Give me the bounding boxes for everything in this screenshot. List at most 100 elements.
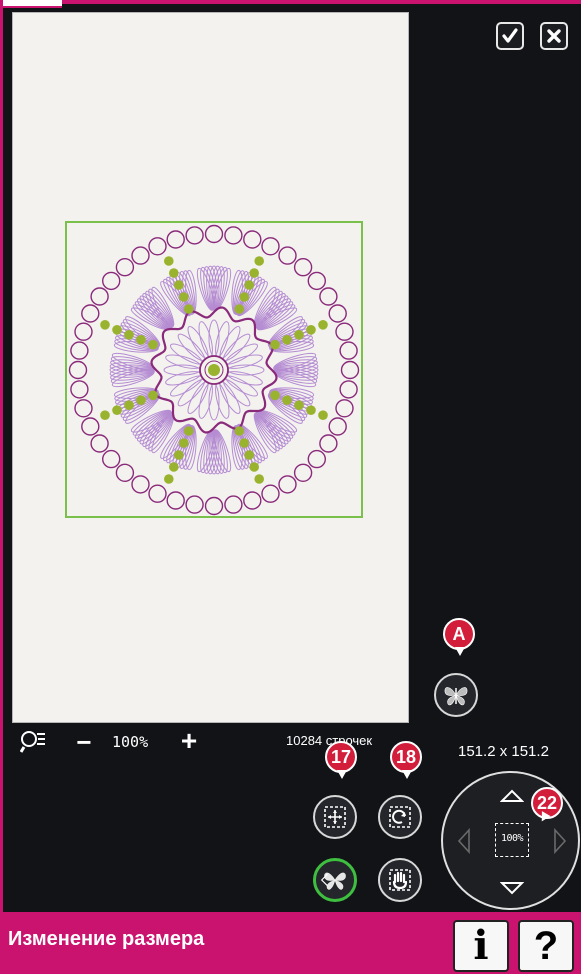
green-vine-dot: [148, 339, 158, 350]
scale-center-button[interactable]: 100%: [495, 823, 529, 857]
outer-loop-stitch: [307, 449, 327, 469]
outer-loop-stitch: [74, 322, 93, 341]
green-vine-dot: [294, 400, 304, 410]
outer-loop-stitch: [224, 226, 243, 245]
green-vine-dot: [174, 280, 184, 290]
green-vine-dot: [318, 410, 328, 420]
cancel-button[interactable]: [540, 22, 568, 50]
butterfly-icon: [444, 687, 468, 706]
outer-loop-stitch: [74, 399, 93, 418]
outer-loop-stitch: [307, 271, 327, 291]
zoom-out-button[interactable]: −: [72, 728, 96, 756]
outer-loop-stitch: [328, 417, 347, 436]
green-vine-dot: [282, 335, 292, 345]
outer-loop-stitch: [278, 246, 297, 265]
callout-17: 17: [325, 741, 357, 779]
info-button[interactable]: i: [453, 920, 509, 972]
green-vine-dot: [244, 450, 254, 460]
outer-loop-stitch: [243, 491, 262, 510]
green-vine-dot: [270, 390, 280, 401]
pan-design-button[interactable]: [378, 858, 422, 902]
outer-loop-stitch: [204, 224, 224, 244]
embroidery-canvas[interactable]: [12, 12, 409, 723]
callout-22: 22: [531, 787, 563, 819]
help-button[interactable]: ?: [518, 920, 574, 972]
move-down-icon[interactable]: [500, 881, 524, 897]
green-vine-dot: [306, 405, 316, 415]
confirm-button[interactable]: [496, 22, 524, 50]
outer-loop-stitch: [261, 484, 280, 503]
outer-loop-stitch: [293, 257, 313, 277]
outer-loop-stitch: [261, 237, 280, 256]
callout-18: 18: [390, 741, 422, 779]
green-vine-dot: [306, 325, 316, 335]
close-icon: [547, 29, 561, 43]
outer-loop-stitch: [131, 246, 150, 265]
green-vine-dot: [136, 395, 146, 405]
outer-loop-stitch: [90, 434, 109, 453]
green-vine-dot: [148, 390, 158, 401]
rotate-icon: [389, 806, 411, 828]
move-right-icon[interactable]: [553, 828, 567, 854]
petal-fan: [196, 429, 232, 475]
outer-loop-stitch: [243, 230, 262, 249]
green-vine-dot: [183, 426, 194, 436]
center-icon: [324, 806, 346, 828]
outer-loop-stitch: [335, 322, 354, 341]
embroidery-design[interactable]: [66, 222, 362, 518]
green-vine-dot: [136, 335, 146, 345]
outer-loop-stitch: [101, 449, 121, 469]
green-vine-dot: [239, 438, 249, 448]
left-frame-line: [0, 0, 3, 974]
center-design-button[interactable]: [313, 795, 357, 839]
petal-fan: [253, 409, 298, 454]
rotate-design-button[interactable]: [378, 795, 422, 839]
outer-loop-stitch: [166, 230, 185, 249]
green-vine-dot: [100, 410, 110, 420]
outer-loop-stitch: [81, 304, 100, 323]
green-vine-dot: [234, 304, 245, 314]
green-vine-dot: [100, 320, 110, 330]
design-view-button[interactable]: [434, 673, 478, 717]
select-design-button[interactable]: [313, 858, 357, 902]
screen-title: Изменение размера: [8, 928, 205, 950]
top-frame-line: [0, 0, 581, 4]
bottom-bar: Изменение размера i ?: [0, 912, 581, 974]
green-vine-dot: [169, 462, 179, 472]
zoom-level: 100%: [112, 733, 149, 751]
resize-screen: − 100% + 10284 строчек A 151.2 x 151.2 1…: [0, 0, 581, 974]
outer-loop-stitch: [328, 304, 347, 323]
green-vine-dot: [112, 325, 122, 335]
outer-loop-stitch: [131, 475, 150, 494]
scale-percent: 100%: [500, 833, 524, 844]
outer-loop-stitch: [115, 463, 135, 483]
green-vine-dot: [112, 405, 122, 415]
zoom-to-fit-icon[interactable]: [19, 730, 46, 754]
green-vine-dot: [254, 256, 264, 266]
outer-loop-stitch: [101, 271, 121, 291]
outer-loop-stitch: [81, 417, 100, 436]
green-vine-dot: [174, 450, 184, 460]
outer-loop-stitch: [339, 380, 358, 399]
outer-loop-stitch: [68, 360, 88, 380]
green-vine-dot: [294, 330, 304, 340]
outer-loop-stitch: [115, 257, 135, 277]
move-up-icon[interactable]: [500, 787, 524, 803]
outer-loop-stitch: [148, 237, 167, 256]
green-vine-dot: [179, 292, 189, 302]
petal-fan: [130, 409, 175, 454]
petal-fan: [253, 286, 298, 331]
petal-fan: [109, 352, 155, 388]
green-vine-dot: [179, 438, 189, 448]
outer-loop-stitch: [185, 495, 204, 514]
green-vine-dot: [318, 320, 328, 330]
petal-fan: [196, 265, 232, 311]
outer-loop-stitch: [204, 496, 224, 516]
green-vine-dot: [124, 400, 134, 410]
center-dot: [208, 364, 220, 376]
petal-fan: [130, 286, 175, 331]
zoom-in-button[interactable]: +: [175, 727, 203, 756]
outer-loop-stitch: [339, 341, 358, 360]
move-left-icon[interactable]: [457, 828, 471, 854]
green-vine-dot: [183, 304, 194, 314]
